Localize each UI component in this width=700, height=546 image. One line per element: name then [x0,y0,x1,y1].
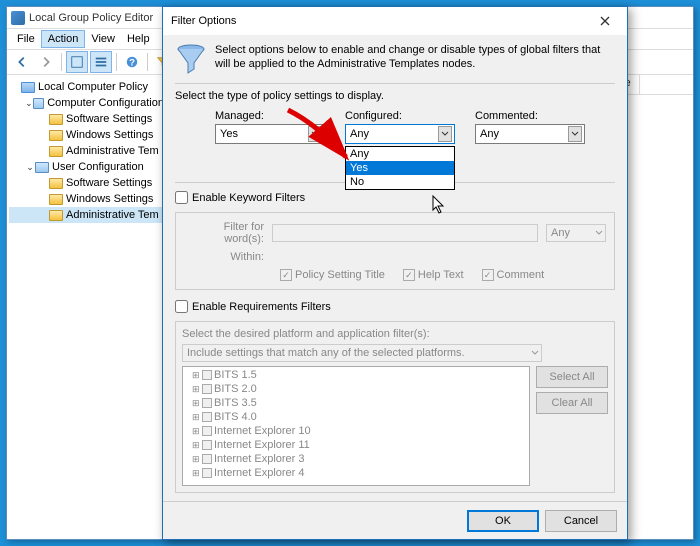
help-button[interactable]: ? [121,51,143,73]
commented-label: Commented: [475,110,585,122]
tree-item[interactable]: Windows Settings [9,191,164,207]
filter-options-dialog: Filter Options Select options below to e… [162,6,628,540]
tree-item[interactable]: Administrative Tem [9,207,164,223]
tree-item[interactable]: ⌄User Configuration [9,159,164,175]
title-checkbox: ✓ [280,269,292,281]
intro-text: Select options below to enable and chang… [215,43,615,75]
ok-button[interactable]: OK [467,510,539,532]
option-any[interactable]: Any [346,147,454,161]
list-item: ⊞BITS 1.5 [184,368,528,382]
managed-combo[interactable]: Yes [215,124,325,144]
tree-item[interactable]: Software Settings [9,175,164,191]
back-button[interactable] [11,51,33,73]
filter-for-label: Filter for word(s): [184,221,264,245]
keyword-input [272,224,538,242]
help-checkbox: ✓ [403,269,415,281]
tree-item[interactable]: ⌄Computer Configuration [9,95,164,111]
configured-combo[interactable]: Any [345,124,455,144]
enable-requirements-label: Enable Requirements Filters [192,301,331,313]
tree-item[interactable]: Administrative Tem [9,143,164,159]
commented-combo[interactable]: Any [475,124,585,144]
enable-keyword-checkbox[interactable] [175,191,188,204]
dialog-titlebar[interactable]: Filter Options [163,7,627,35]
chevron-down-icon [568,126,582,142]
funnel-icon [175,43,207,75]
chevron-down-icon [531,350,539,356]
requirements-group: Select the desired platform and applicat… [175,321,615,493]
configured-label: Configured: [345,110,455,122]
keyword-filters-group: Filter for word(s): Any Within: ✓Policy … [175,212,615,290]
menu-help[interactable]: Help [121,31,156,47]
close-icon [600,16,610,26]
keyword-match-combo: Any [546,224,606,242]
app-icon [11,11,25,25]
tree-pane[interactable]: Local Computer Policy⌄Computer Configura… [7,75,167,539]
list-item: ⊞Internet Explorer 10 [184,424,528,438]
enable-keyword-label: Enable Keyword Filters [192,192,305,204]
section-label: Select the type of policy settings to di… [175,90,615,102]
chevron-down-icon [308,126,322,142]
within-label: Within: [184,251,264,263]
dialog-title: Filter Options [171,15,236,27]
cancel-button[interactable]: Cancel [545,510,617,532]
platform-match-combo: Include settings that match any of the s… [182,344,542,362]
main-title: Local Group Policy Editor [29,12,153,24]
close-button[interactable] [585,9,625,33]
list-item: ⊞Internet Explorer 4 [184,466,528,480]
option-yes[interactable]: Yes [346,161,454,175]
tree-item[interactable]: Local Computer Policy [9,79,164,95]
list-item: ⊞BITS 3.5 [184,396,528,410]
tree-item[interactable]: Windows Settings [9,127,164,143]
list-item: ⊞Internet Explorer 11 [184,438,528,452]
select-all-button: Select All [536,366,608,388]
chevron-down-icon [438,126,452,142]
enable-requirements-checkbox[interactable] [175,300,188,313]
menu-file[interactable]: File [11,31,41,47]
configured-dropdown: Any Yes No [345,146,455,190]
tree-item[interactable]: Software Settings [9,111,164,127]
platform-listbox: ⊞BITS 1.5⊞BITS 2.0⊞BITS 3.5⊞BITS 4.0⊞Int… [182,366,530,486]
req-desc: Select the desired platform and applicat… [182,328,608,340]
chevron-down-icon [595,230,603,236]
menu-action[interactable]: Action [41,30,86,48]
list-item: ⊞Internet Explorer 3 [184,452,528,466]
managed-label: Managed: [215,110,325,122]
list-item: ⊞BITS 4.0 [184,410,528,424]
watermark: wsxdn.com [640,531,690,542]
clear-all-button: Clear All [536,392,608,414]
svg-text:?: ? [129,58,135,69]
comment-checkbox: ✓ [482,269,494,281]
properties-button[interactable] [66,51,88,73]
list-button[interactable] [90,51,112,73]
forward-button[interactable] [35,51,57,73]
list-item: ⊞BITS 2.0 [184,382,528,396]
menu-view[interactable]: View [85,31,121,47]
option-no[interactable]: No [346,175,454,189]
